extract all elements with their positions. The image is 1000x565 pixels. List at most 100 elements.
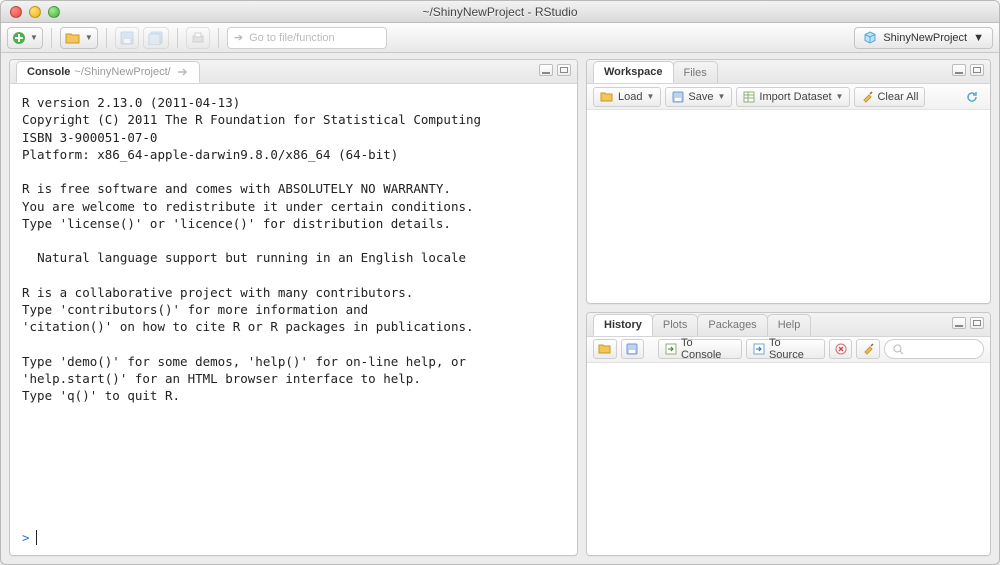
pane-minimize-button[interactable] [539, 64, 553, 76]
save-workspace-button[interactable]: Save ▼ [665, 87, 732, 107]
save-history-button[interactable] [621, 339, 645, 359]
goto-file-function-input[interactable]: ➔ Go to file/function [227, 27, 387, 49]
dropdown-caret-icon: ▼ [85, 33, 93, 42]
save-all-button[interactable] [143, 27, 169, 49]
load-label: Load [618, 91, 642, 103]
workspace-body: Console ~/ShinyNewProject/ R version 2.1… [1, 53, 999, 564]
tab-files-label: Files [684, 67, 707, 79]
goto-arrow-icon: ➔ [234, 31, 243, 44]
import-label: Import Dataset [759, 91, 831, 103]
history-body[interactable] [587, 363, 990, 556]
clear-all-button[interactable]: Clear All [854, 87, 925, 107]
pane-minimize-button[interactable] [952, 64, 966, 76]
workspace-toolbar: Load ▼ Save ▼ Import Dataset ▼ [587, 84, 990, 110]
clear-label: Clear All [877, 91, 918, 103]
window-title: ~/ShinyNewProject - RStudio [1, 5, 999, 19]
dropdown-caret-icon: ▼ [30, 33, 38, 42]
right-column: Workspace Files Load ▼ [586, 59, 991, 556]
zoom-window-button[interactable] [48, 6, 60, 18]
folder-open-icon [598, 343, 612, 355]
window-controls [1, 6, 60, 18]
remove-entry-button[interactable] [829, 339, 853, 359]
to-source-icon [753, 343, 765, 355]
save-disk-icon [672, 91, 684, 103]
remove-x-icon [835, 343, 847, 355]
workspace-panel: Workspace Files Load ▼ [586, 59, 991, 304]
console-prompt-line[interactable]: > [10, 530, 577, 555]
broom-icon [861, 91, 873, 103]
to-console-button[interactable]: To Console [658, 339, 742, 359]
history-search-input[interactable] [884, 339, 984, 359]
tab-history[interactable]: History [593, 314, 653, 336]
folder-open-icon [65, 32, 81, 44]
save-disk-icon [120, 31, 134, 45]
separator [106, 28, 107, 48]
search-icon [893, 344, 904, 355]
print-button[interactable] [186, 27, 210, 49]
app-window: ~/ShinyNewProject - RStudio ▼ ▼ ➔ Go to … [0, 0, 1000, 565]
separator [51, 28, 52, 48]
tab-files[interactable]: Files [673, 61, 718, 83]
import-table-icon [743, 91, 755, 103]
history-panel: History Plots Packages Help [586, 312, 991, 557]
save-button[interactable] [115, 27, 139, 49]
refresh-button[interactable] [960, 87, 984, 107]
tab-workspace-label: Workspace [604, 66, 663, 78]
clear-history-button[interactable] [856, 339, 880, 359]
console-panel: Console ~/ShinyNewProject/ R version 2.1… [9, 59, 578, 556]
text-cursor [36, 530, 37, 545]
tab-packages-label: Packages [708, 319, 756, 331]
pane-window-controls [952, 317, 984, 329]
separator [218, 28, 219, 48]
pane-maximize-button[interactable] [557, 64, 571, 76]
folder-open-icon [600, 91, 614, 103]
project-name: ShinyNewProject [883, 32, 967, 44]
minimize-window-button[interactable] [29, 6, 41, 18]
pane-maximize-button[interactable] [970, 317, 984, 329]
save-all-disk-icon [148, 31, 164, 45]
pane-maximize-button[interactable] [970, 64, 984, 76]
pane-window-controls [539, 64, 571, 76]
goto-placeholder: Go to file/function [249, 32, 335, 44]
import-dataset-button[interactable]: Import Dataset ▼ [736, 87, 850, 107]
tab-workspace[interactable]: Workspace [593, 61, 674, 83]
workspace-tabstrip: Workspace Files [587, 60, 990, 84]
separator [177, 28, 178, 48]
tab-packages[interactable]: Packages [697, 314, 767, 336]
load-workspace-button[interactable]: Load ▼ [593, 87, 661, 107]
broom-icon [862, 343, 874, 355]
project-cube-icon [863, 31, 877, 45]
tab-history-label: History [604, 319, 642, 331]
to-console-label: To Console [681, 337, 735, 361]
tab-console[interactable]: Console ~/ShinyNewProject/ [16, 61, 200, 83]
console-prompt: > [22, 530, 30, 545]
tab-help[interactable]: Help [767, 314, 812, 336]
new-file-plus-icon [12, 31, 26, 45]
to-source-button[interactable]: To Source [746, 339, 825, 359]
tab-plots[interactable]: Plots [652, 314, 698, 336]
to-console-icon [665, 343, 677, 355]
dropdown-caret-icon: ▼ [836, 92, 844, 101]
to-source-label: To Source [769, 337, 818, 361]
dropdown-caret-icon: ▼ [973, 32, 984, 44]
history-toolbar: To Console To Source [587, 337, 990, 363]
tab-plots-label: Plots [663, 319, 687, 331]
project-switcher-button[interactable]: ShinyNewProject ▼ [854, 27, 993, 49]
console-path: ~/ShinyNewProject/ [74, 66, 170, 78]
new-file-button[interactable]: ▼ [7, 27, 43, 49]
dropdown-caret-icon: ▼ [717, 92, 725, 101]
pane-minimize-button[interactable] [952, 317, 966, 329]
open-file-button[interactable]: ▼ [60, 27, 98, 49]
console-output[interactable]: R version 2.13.0 (2011-04-13) Copyright … [10, 84, 577, 530]
popout-icon[interactable] [177, 67, 189, 77]
save-disk-icon [626, 343, 638, 355]
pane-window-controls [952, 64, 984, 76]
console-tabstrip: Console ~/ShinyNewProject/ [10, 60, 577, 84]
titlebar: ~/ShinyNewProject - RStudio [1, 1, 999, 23]
main-toolbar: ▼ ▼ ➔ Go to file/function Shiny [1, 23, 999, 53]
close-window-button[interactable] [10, 6, 22, 18]
refresh-icon [965, 90, 979, 104]
print-icon [191, 31, 205, 45]
workspace-body[interactable] [587, 110, 990, 303]
load-history-button[interactable] [593, 339, 617, 359]
